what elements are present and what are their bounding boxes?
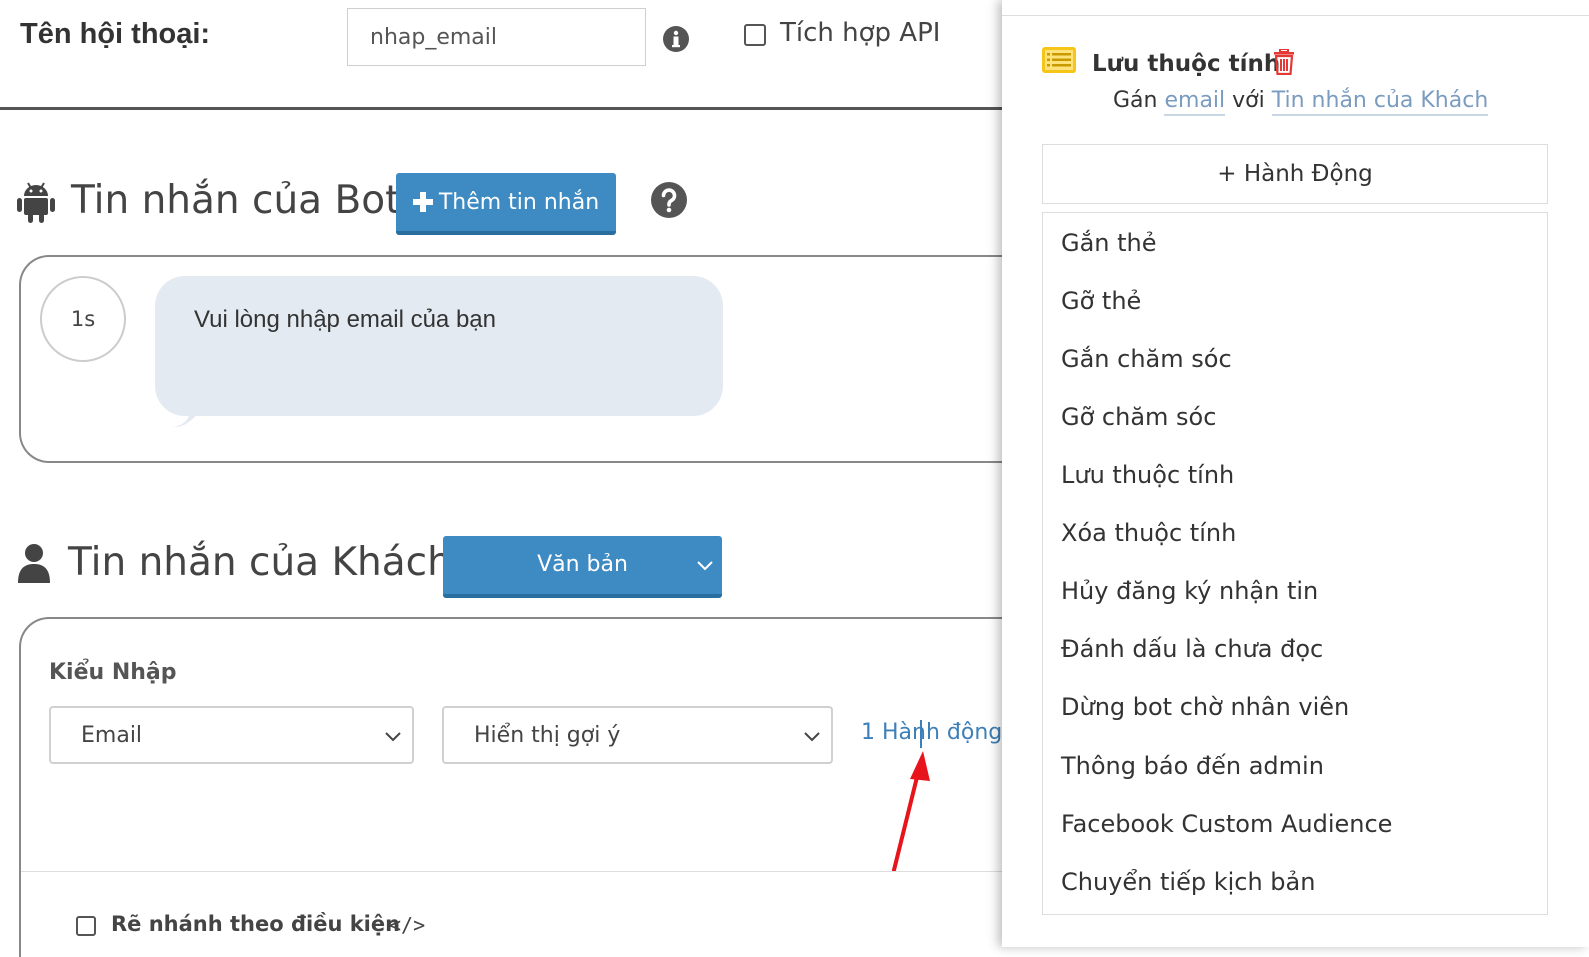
menu-item-pause-bot[interactable]: Dừng bot chờ nhân viên <box>1061 693 1349 721</box>
bot-message-bubble[interactable]: Vui lòng nhập email của bạn <box>155 276 723 416</box>
chevron-down-icon <box>385 732 401 742</box>
menu-item-add-care[interactable]: Gắn chăm sóc <box>1061 345 1232 373</box>
chevron-down-icon <box>804 732 820 742</box>
bubble-tail <box>172 405 202 427</box>
branch-checkbox[interactable] <box>76 916 96 936</box>
section-divider <box>21 871 1005 872</box>
menu-item-add-tag[interactable]: Gắn thẻ <box>1061 229 1157 257</box>
action-menu: Gắn thẻ Gỡ thẻ Gắn chăm sóc Gỡ chăm sóc … <box>1042 212 1548 915</box>
menu-item-remove-tag[interactable]: Gỡ thẻ <box>1061 287 1141 315</box>
android-icon <box>17 182 55 223</box>
code-icon[interactable]: </> <box>389 913 425 937</box>
input-type-label: Kiểu Nhập <box>49 660 177 685</box>
suggestion-select[interactable]: Hiển thị gợi ý <box>442 706 833 764</box>
assign-attribute-link[interactable]: email <box>1164 88 1226 116</box>
conversation-name-input[interactable] <box>347 8 646 66</box>
add-message-label: Thêm tin nhắn <box>438 189 600 215</box>
help-icon[interactable] <box>651 182 687 218</box>
trash-icon[interactable] <box>1273 49 1295 75</box>
menu-item-remove-care[interactable]: Gỡ chăm sóc <box>1061 403 1216 431</box>
menu-item-forward-script[interactable]: Chuyển tiếp kịch bản <box>1061 868 1315 896</box>
conversation-name-label: Tên hội thoại: <box>20 18 211 50</box>
menu-item-save-attribute[interactable]: Lưu thuộc tính <box>1061 461 1234 489</box>
plus-icon <box>412 192 433 212</box>
menu-item-notify-admin[interactable]: Thông báo đến admin <box>1061 752 1324 780</box>
list-icon <box>1042 47 1076 73</box>
menu-item-custom-audience[interactable]: Facebook Custom Audience <box>1061 810 1392 838</box>
text-cursor <box>920 720 922 748</box>
menu-item-unsubscribe[interactable]: Hủy đăng ký nhận tin <box>1061 577 1318 605</box>
assign-source-link[interactable]: Tin nhắn của Khách <box>1271 88 1489 116</box>
api-checkbox[interactable] <box>744 24 766 46</box>
input-type-select[interactable]: Email <box>49 706 414 764</box>
message-type-dropdown[interactable]: Văn bản <box>443 536 722 598</box>
menu-item-mark-unread[interactable]: Đánh dấu là chưa đọc <box>1061 635 1323 663</box>
api-label: Tích hợp API <box>780 18 941 48</box>
user-icon <box>18 544 50 583</box>
message-type-label: Văn bản <box>537 552 628 577</box>
branch-label: Rẽ nhánh theo điều kiện <box>111 912 401 936</box>
header-divider <box>0 107 1005 110</box>
actions-link[interactable]: 1 Hành động <box>861 720 1002 745</box>
assign-prefix: Gán <box>1113 88 1158 113</box>
chevron-down-icon <box>697 561 713 571</box>
action-title: Lưu thuộc tính <box>1092 51 1281 77</box>
assign-mid: với <box>1232 88 1265 113</box>
bot-section-title: Tin nhắn của Bot <box>71 178 401 223</box>
delay-badge[interactable]: 1s <box>40 276 126 362</box>
assign-description: Gán email với Tin nhắn của Khách <box>1113 88 1489 116</box>
menu-item-delete-attribute[interactable]: Xóa thuộc tính <box>1061 519 1236 547</box>
bot-message-text: Vui lòng nhập email của bạn <box>194 306 496 333</box>
panel-top-divider <box>1002 15 1589 16</box>
input-type-value: Email <box>81 723 143 748</box>
suggestion-value: Hiển thị gợi ý <box>474 723 621 748</box>
add-action-button[interactable]: + Hành Động <box>1042 144 1548 204</box>
add-message-button[interactable]: Thêm tin nhắn <box>396 173 616 235</box>
info-icon[interactable] <box>662 25 690 53</box>
customer-section-title: Tin nhắn của Khách <box>68 540 452 585</box>
annotation-arrow <box>892 751 930 872</box>
